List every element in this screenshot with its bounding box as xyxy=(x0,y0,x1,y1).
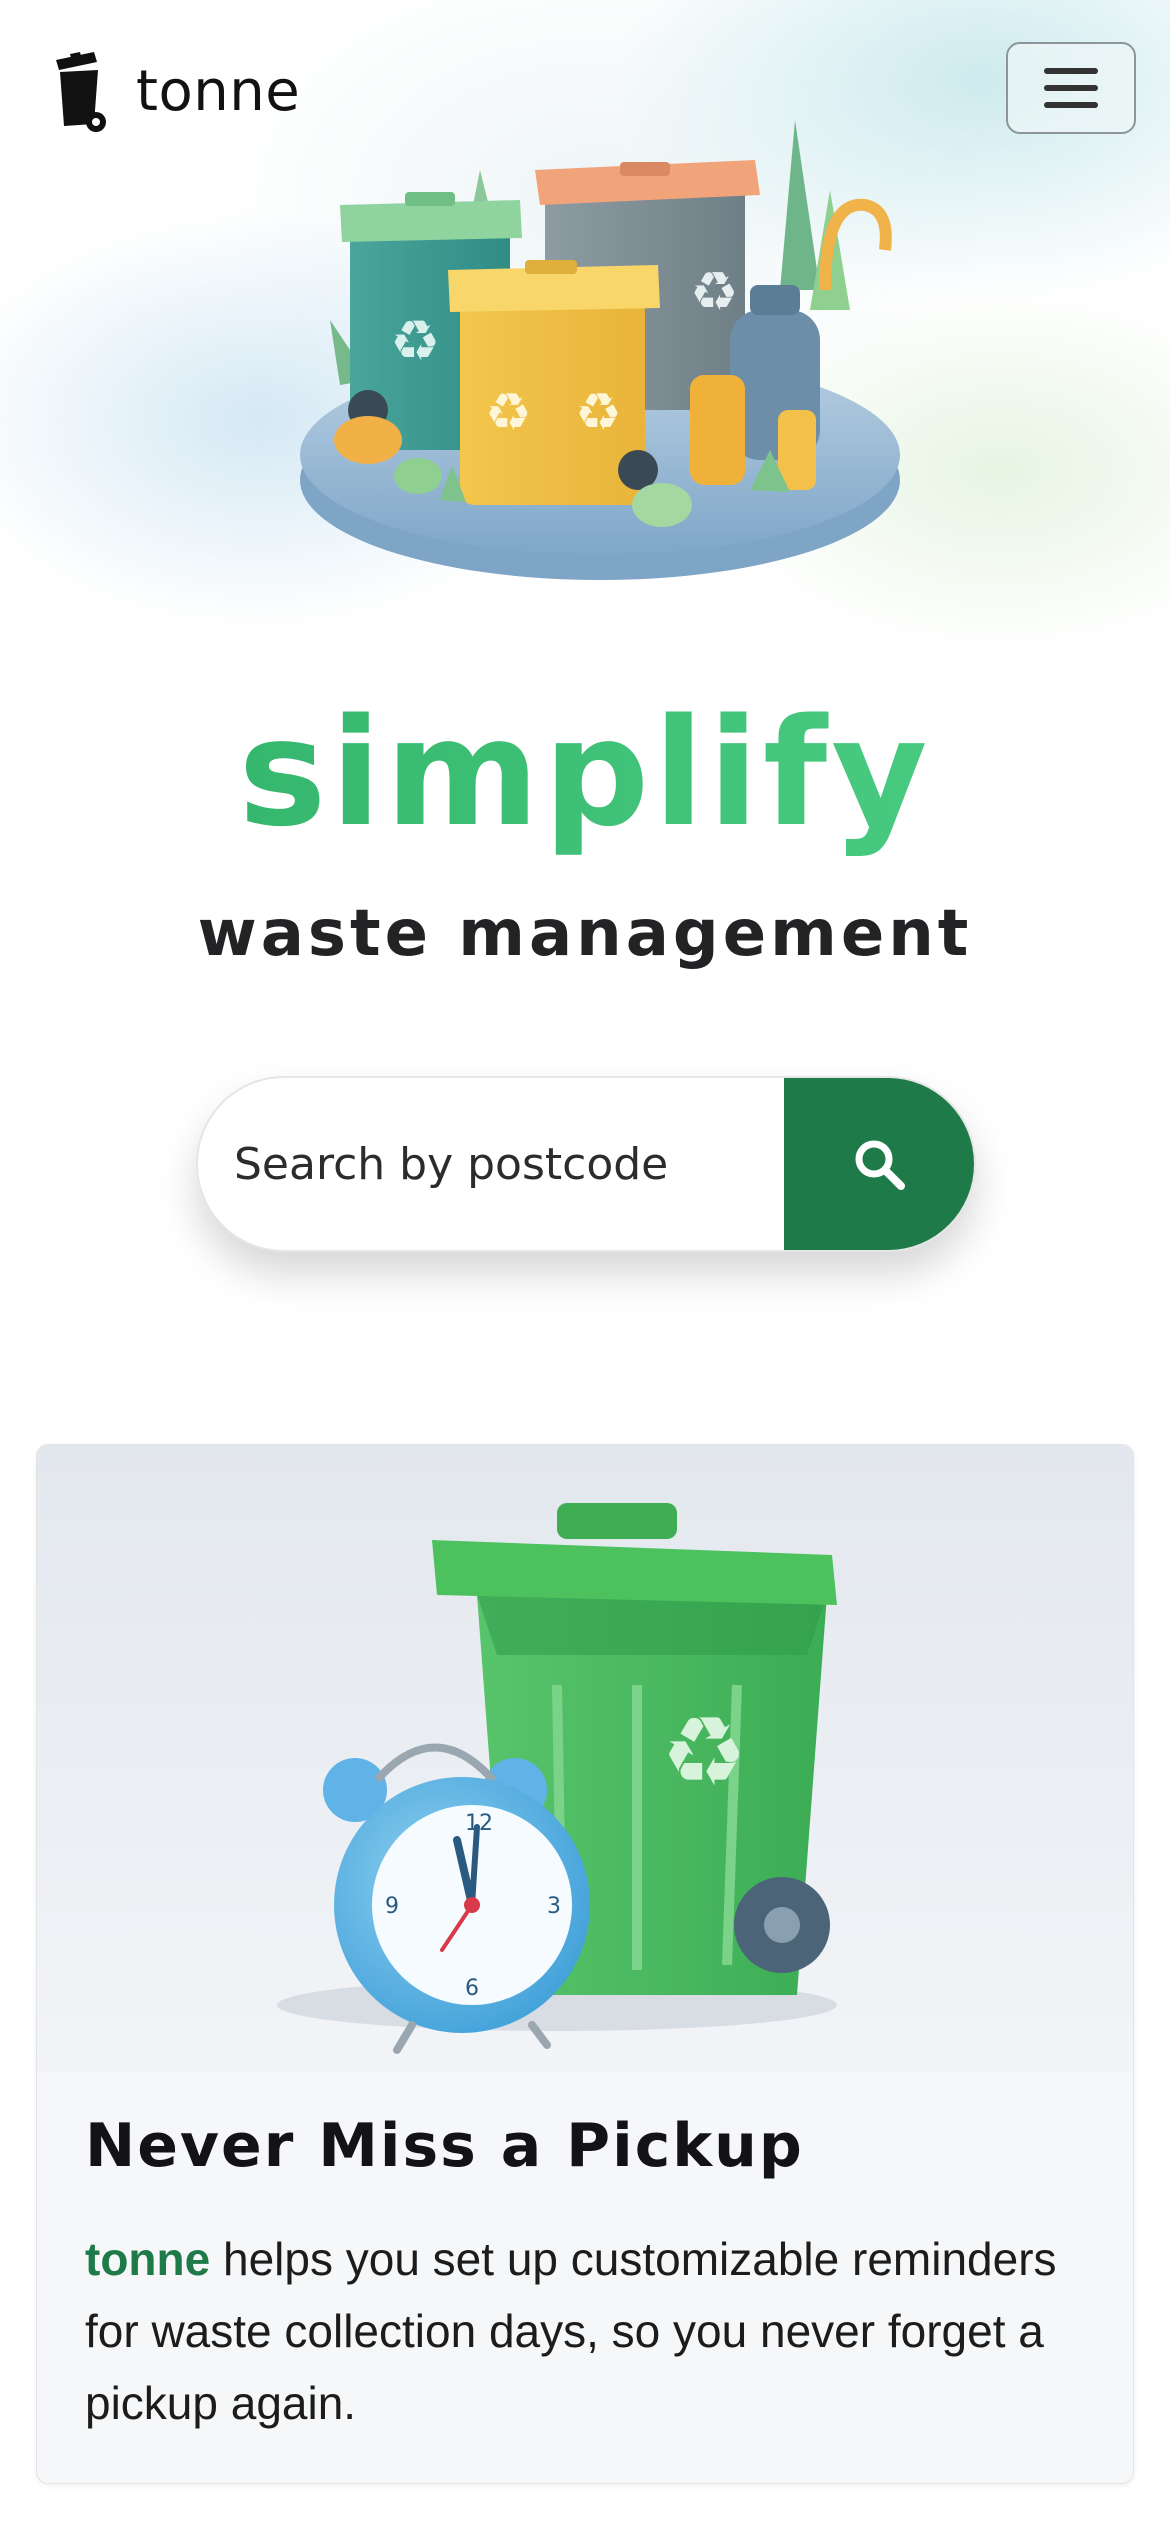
search-button[interactable] xyxy=(784,1078,974,1250)
search-icon xyxy=(855,1140,905,1190)
wheelie-bin-icon xyxy=(56,52,106,132)
svg-text:♻: ♻ xyxy=(690,260,738,323)
postcode-search-form xyxy=(196,1076,976,1252)
green-bin-and-alarm-clock-image: ♻ 12 3 6 9 xyxy=(37,1445,1133,2073)
svg-text:3: 3 xyxy=(547,1894,561,1919)
recycling-bins-illustration: ♻ ♻ ♻ ♻ xyxy=(300,120,900,580)
svg-text:♻: ♻ xyxy=(390,309,440,374)
hero-headline: simplify xyxy=(0,688,1170,858)
svg-text:♻: ♻ xyxy=(575,383,622,443)
hamburger-menu-icon xyxy=(1044,68,1098,108)
card-brand-highlight: tonne xyxy=(85,2233,211,2285)
svg-text:12: 12 xyxy=(465,1811,493,1836)
card-body-text: helps you set up customizable reminders … xyxy=(85,2233,1057,2429)
menu-toggle-button[interactable] xyxy=(1006,42,1136,134)
brand-name: tonne xyxy=(136,58,301,124)
svg-text:9: 9 xyxy=(385,1894,399,1919)
brand-link[interactable]: tonne xyxy=(50,48,300,134)
card-title: Never Miss a Pickup xyxy=(85,2111,804,2181)
postcode-search-input[interactable] xyxy=(198,1078,784,1250)
svg-text:6: 6 xyxy=(465,1976,479,2001)
hero-subheadline: waste management xyxy=(197,897,973,971)
svg-text:♻: ♻ xyxy=(485,383,532,443)
feature-card: ♻ 12 3 6 9 Never Miss a Pickup tonne hel… xyxy=(36,1444,1134,2484)
card-description: tonne helps you set up customizable remi… xyxy=(85,2223,1095,2439)
svg-text:♻: ♻ xyxy=(661,1696,747,1808)
